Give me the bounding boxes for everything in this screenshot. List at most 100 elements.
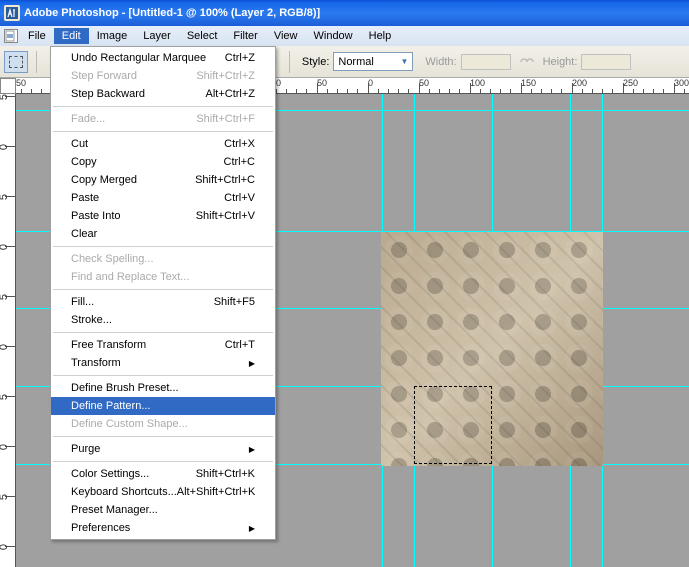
edit-menu-dropdown: Undo Rectangular Marquee Ctrl+Z Step Forwa… — [50, 46, 276, 540]
menu-file[interactable]: File — [20, 28, 54, 44]
ruler-tick-label: 200 — [572, 78, 587, 88]
menu-item-define-custom-shape: Define Custom Shape... — [51, 415, 275, 433]
menu-separator — [53, 246, 273, 247]
height-label: Height: — [543, 56, 578, 68]
ruler-tick-label: 350 — [16, 78, 26, 88]
menu-item-shortcut: Ctrl+C — [224, 156, 255, 168]
ruler-tick-label: 5 — [1, 494, 8, 500]
menu-item-color-settings[interactable]: Color Settings... Shift+Ctrl+K — [51, 465, 275, 483]
menu-item-shortcut: Shift+F5 — [214, 296, 255, 308]
menu-separator — [53, 131, 273, 132]
style-value: Normal — [338, 56, 373, 68]
submenu-arrow-icon: ▶ — [249, 445, 255, 454]
submenu-arrow-icon: ▶ — [249, 359, 255, 368]
document-icon[interactable] — [4, 29, 18, 43]
menu-item-undo-rectangular-marquee[interactable]: Undo Rectangular Marquee Ctrl+Z — [51, 49, 275, 67]
menu-item-transform[interactable]: Transform ▶ — [51, 354, 275, 372]
menu-item-shortcut: Shift+Ctrl+K — [196, 468, 255, 480]
menu-item-preset-manager[interactable]: Preset Manager... — [51, 501, 275, 519]
menu-separator — [53, 106, 273, 107]
submenu-arrow-icon: ▶ — [249, 524, 255, 533]
menu-item-cut[interactable]: Cut Ctrl+X — [51, 135, 275, 153]
menu-item-step-backward[interactable]: Step Backward Alt+Ctrl+Z — [51, 85, 275, 103]
height-input — [581, 54, 631, 70]
menu-item-free-transform[interactable]: Free TransformCtrl+T — [51, 336, 275, 354]
ruler-tick-label: 150 — [521, 78, 536, 88]
ruler-tick-label: 100 — [470, 78, 485, 88]
menu-item-keyboard-shortcuts[interactable]: Keyboard Shortcuts...Alt+Shift+Ctrl+K — [51, 483, 275, 501]
menu-item-label: Define Brush Preset... — [71, 382, 179, 394]
ruler-vertical[interactable]: 5050505050 — [0, 94, 16, 567]
menu-item-shortcut: Alt+Shift+Ctrl+K — [177, 486, 256, 498]
menu-select[interactable]: Select — [179, 28, 226, 44]
separator — [36, 51, 37, 73]
menu-item-label: Define Pattern... — [71, 400, 151, 412]
menu-item-label: Find and Replace Text... — [71, 271, 189, 283]
menu-item-preferences[interactable]: Preferences ▶ — [51, 519, 275, 537]
menu-item-step-forward: Step Forward Shift+Ctrl+Z — [51, 67, 275, 85]
marquee-icon — [9, 56, 23, 68]
menu-item-shortcut: Ctrl+T — [225, 339, 255, 351]
menu-item-define-pattern[interactable]: Define Pattern... — [51, 397, 275, 415]
menu-item-fill[interactable]: Fill...Shift+F5 — [51, 293, 275, 311]
ruler-tick-label: 0 — [1, 444, 8, 450]
ruler-tick-label: 0 — [1, 144, 8, 150]
menu-separator — [53, 375, 273, 376]
chevron-down-icon: ▼ — [400, 57, 408, 66]
ruler-tick-label: 5 — [1, 94, 8, 100]
ruler-tick-label: 300 — [674, 78, 689, 88]
menu-item-label: Step Backward — [71, 88, 145, 100]
menu-item-shortcut: Ctrl+Z — [225, 52, 255, 64]
menu-item-purge[interactable]: Purge▶ — [51, 440, 275, 458]
app-icon — [4, 5, 20, 21]
menu-item-copy[interactable]: Copy Ctrl+C — [51, 153, 275, 171]
ruler-tick-label: 50 — [419, 78, 429, 88]
menu-window[interactable]: Window — [306, 28, 361, 44]
ruler-origin[interactable] — [0, 78, 16, 94]
menu-separator — [53, 461, 273, 462]
menu-item-copy-merged[interactable]: Copy Merged Shift+Ctrl+C — [51, 171, 275, 189]
separator — [289, 51, 290, 73]
menu-item-stroke[interactable]: Stroke... — [51, 311, 275, 329]
window-title-bar: Adobe Photoshop - [Untitled-1 @ 100% (La… — [0, 0, 689, 26]
tool-marquee[interactable] — [4, 51, 28, 73]
menu-item-label: Preferences — [71, 522, 130, 534]
window-title: Adobe Photoshop - [Untitled-1 @ 100% (La… — [24, 7, 320, 19]
menu-item-label: Step Forward — [71, 70, 137, 82]
menu-image[interactable]: Image — [89, 28, 136, 44]
menu-item-paste-into[interactable]: Paste IntoShift+Ctrl+V — [51, 207, 275, 225]
menu-item-label: Stroke... — [71, 314, 112, 326]
menu-item-label: Cut — [71, 138, 88, 150]
menu-item-clear[interactable]: Clear — [51, 225, 275, 243]
style-select[interactable]: Normal ▼ — [333, 52, 413, 71]
menu-item-shortcut: Ctrl+X — [224, 138, 255, 150]
menu-item-define-brush-preset[interactable]: Define Brush Preset... — [51, 379, 275, 397]
ruler-tick-label: 5 — [1, 294, 8, 300]
menu-item-label: Fade... — [71, 113, 105, 125]
menu-item-label: Define Custom Shape... — [71, 418, 188, 430]
menu-item-shortcut: Shift+Ctrl+V — [196, 210, 255, 222]
menu-edit[interactable]: Edit — [54, 28, 89, 44]
width-input — [461, 54, 511, 70]
menu-item-label: Color Settings... — [71, 468, 149, 480]
width-label: Width: — [425, 56, 456, 68]
menu-item-shortcut: Shift+Ctrl+Z — [196, 70, 255, 82]
menu-item-shortcut: Shift+Ctrl+F — [196, 113, 255, 125]
menu-item-label: Copy — [71, 156, 97, 168]
menu-item-shortcut: Alt+Ctrl+Z — [205, 88, 255, 100]
link-icon — [519, 56, 535, 68]
menu-item-label: Preset Manager... — [71, 504, 158, 516]
menu-item-label: Undo Rectangular Marquee — [71, 52, 206, 64]
menu-item-label: Copy Merged — [71, 174, 137, 186]
menu-view[interactable]: View — [266, 28, 306, 44]
menu-filter[interactable]: Filter — [225, 28, 265, 44]
menu-item-paste[interactable]: PasteCtrl+V — [51, 189, 275, 207]
ruler-tick-label: 5 — [1, 194, 8, 200]
menu-layer[interactable]: Layer — [135, 28, 179, 44]
menu-item-shortcut: Shift+Ctrl+C — [195, 174, 255, 186]
options-style: Style: Normal ▼ — [298, 52, 418, 71]
marquee-selection[interactable] — [414, 386, 492, 464]
menu-item-label: Transform — [71, 357, 121, 369]
menu-help[interactable]: Help — [361, 28, 400, 44]
menu-item-label: Clear — [71, 228, 97, 240]
